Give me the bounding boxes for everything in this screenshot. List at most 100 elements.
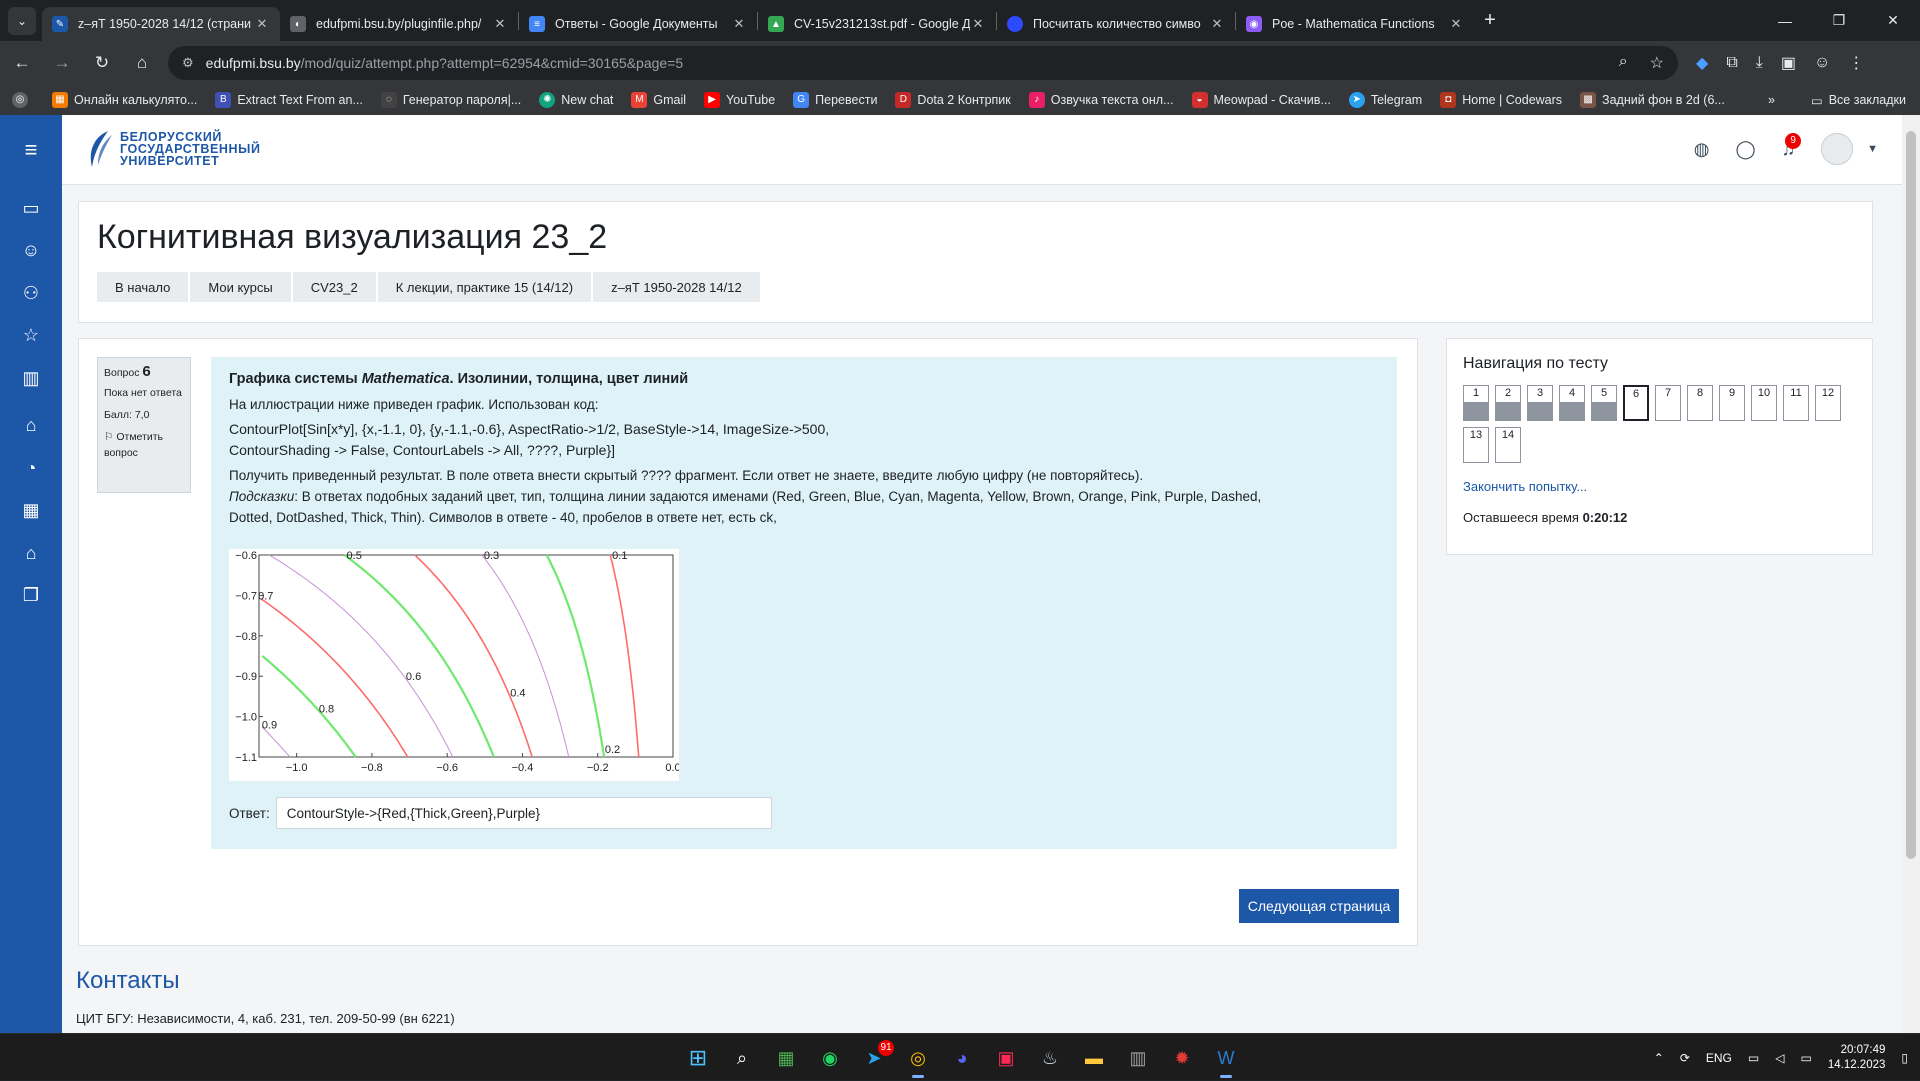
tab-search-button[interactable]: ⌄ (8, 7, 36, 35)
home-icon[interactable]: ⌂ (124, 45, 160, 81)
bookmark-0[interactable]: ▦ Онлайн калькулято... (52, 92, 197, 108)
more-bookmarks-icon[interactable]: » (1768, 93, 1775, 107)
messages-icon[interactable]: ◯ (1735, 139, 1755, 160)
breadcrumb-item[interactable]: CV23_2 (292, 272, 376, 302)
bookmark-12[interactable]: ▩ Задний фон в 2d (6... (1580, 92, 1725, 108)
restore-icon[interactable]: ❐ (1812, 0, 1866, 41)
home-nav-icon[interactable]: ⌂ (0, 405, 62, 445)
bookmark-6[interactable]: G Перевести (793, 92, 877, 108)
answer-input[interactable] (275, 797, 772, 829)
files-nav-icon[interactable]: ❐ (0, 575, 62, 615)
breadcrumb-item[interactable]: В начало (97, 272, 189, 302)
bookmark-3[interactable]: ✺ New chat (539, 92, 613, 108)
chevron-up-icon[interactable]: ⌃ (1654, 1051, 1664, 1065)
app-red-icon[interactable]: ✹ (1164, 1040, 1200, 1076)
breadcrumb-item[interactable]: К лекции, практике 15 (14/12) (377, 272, 592, 302)
scrollbar-thumb[interactable] (1906, 131, 1916, 859)
tab-2[interactable]: ≡ Ответы - Google Документы ✕ (519, 7, 757, 41)
dashboard-nav-icon[interactable]: ◔ (0, 448, 62, 488)
tab-4[interactable]: Посчитать количество симво ✕ (997, 7, 1235, 41)
bookmark-8[interactable]: ♪ Озвучка текста онл... (1028, 92, 1174, 108)
file-explorer-icon[interactable]: ▬ (1076, 1040, 1112, 1076)
close-icon[interactable]: ✕ (492, 16, 508, 32)
quiz-nav-button-9[interactable]: 9 (1719, 385, 1745, 421)
bookmark-11[interactable]: ◘ Home | Codewars (1440, 92, 1562, 108)
puzzle-icon[interactable]: ⧉ (1726, 54, 1737, 72)
tab-1[interactable]: ◐ edufpmi.bsu.by/pluginfile.php/ ✕ (280, 7, 518, 41)
quiz-nav-button-8[interactable]: 8 (1687, 385, 1713, 421)
close-icon[interactable]: ✕ (1209, 16, 1225, 32)
display-icon[interactable]: ▭ (1748, 1051, 1759, 1065)
sync-icon[interactable]: ⟳ (1680, 1051, 1690, 1065)
star-nav-icon[interactable]: ☆ (0, 315, 62, 355)
close-icon[interactable]: ✕ (731, 16, 747, 32)
bsu-logo[interactable]: БЕЛОРУССКИЙ ГОСУДАРСТВЕННЫЙ УНИВЕРСИТЕТ (84, 129, 261, 169)
steam-icon[interactable]: ♨ (1032, 1040, 1068, 1076)
spotify-icon[interactable]: ◉ (812, 1040, 848, 1076)
bookmark-7[interactable]: D Dota 2 Контрпик (895, 92, 1011, 108)
close-window-icon[interactable]: ✕ (1866, 0, 1920, 41)
quiz-nav-button-3[interactable]: 3 (1527, 385, 1553, 421)
language-globe-icon[interactable]: ◍ (1694, 139, 1710, 160)
bookmark-1[interactable]: B Extract Text From an... (215, 92, 363, 108)
bookmark-9[interactable]: ◒ Meowpad - Скачив... (1191, 92, 1331, 108)
user-menu[interactable]: ▼ (1821, 133, 1878, 165)
people-nav-icon[interactable]: ⚇ (0, 273, 62, 313)
forward-icon[interactable]: → (44, 45, 80, 81)
clock[interactable]: 20:07:49 14.12.2023 (1828, 1043, 1886, 1073)
quiz-nav-button-2[interactable]: 2 (1495, 385, 1521, 421)
extension-icon[interactable]: ◆ (1696, 53, 1708, 73)
menu-dots-icon[interactable]: ⋮ (1848, 53, 1864, 73)
language-indicator[interactable]: ENG (1706, 1051, 1732, 1065)
notifications-tray-icon[interactable]: ▯ (1901, 1051, 1908, 1065)
quiz-nav-button-14[interactable]: 14 (1495, 427, 1521, 463)
address-bar[interactable]: ⚙ edufpmi.bsu.by/mod/quiz/attempt.php?at… (168, 46, 1678, 80)
battery-icon[interactable]: ▭ (1800, 1051, 1811, 1065)
apps-icon[interactable]: ◎ (12, 92, 34, 108)
user-nav-icon[interactable]: ☺ (0, 230, 62, 270)
side-panel-icon[interactable]: ▣ (1781, 53, 1796, 73)
back-icon[interactable]: ← (4, 45, 40, 81)
profile-icon[interactable]: ☺ (1814, 54, 1830, 72)
windows-start-icon[interactable]: ⊞ (680, 1040, 716, 1076)
quiz-nav-button-6[interactable]: 6 (1623, 385, 1649, 421)
graduation-cap-icon[interactable]: ⌂ (0, 533, 62, 573)
tab-0[interactable]: ✎ z–яТ 1950-2028 14/12 (страни ✕ (42, 7, 280, 41)
search-icon[interactable]: ⌕ (724, 1040, 760, 1076)
store-icon[interactable]: ▥ (1120, 1040, 1156, 1076)
volume-icon[interactable]: ◁ (1775, 1051, 1784, 1065)
book-nav-icon[interactable]: ▥ (0, 358, 62, 398)
bookmark-star-icon[interactable]: ☆ (1650, 53, 1664, 73)
minimize-icon[interactable]: — (1758, 0, 1812, 41)
quiz-nav-button-11[interactable]: 11 (1783, 385, 1809, 421)
download-icon[interactable]: ⤓ (1756, 54, 1763, 72)
bookmark-10[interactable]: ➤ Telegram (1348, 92, 1422, 108)
hamburger-icon[interactable]: ≡ (0, 130, 62, 170)
quiz-nav-button-4[interactable]: 4 (1559, 385, 1585, 421)
bookmark-2[interactable]: ◌ Генератор пароля|... (380, 92, 521, 108)
jetbrains-icon[interactable]: ▣ (988, 1040, 1024, 1076)
quiz-nav-button-12[interactable]: 12 (1815, 385, 1841, 421)
zoom-icon[interactable]: ⌕ (1619, 53, 1628, 73)
bookmark-4[interactable]: M Gmail (631, 92, 686, 108)
next-page-button[interactable]: Следующая страница (1239, 889, 1399, 923)
notifications-icon[interactable]: ♫ 9 (1782, 132, 1802, 160)
page-scrollbar[interactable] (1902, 115, 1920, 1033)
close-icon[interactable]: ✕ (970, 16, 986, 32)
reload-icon[interactable]: ↻ (84, 45, 120, 81)
telegram-icon[interactable]: ➤ 91 (856, 1040, 894, 1076)
tab-3[interactable]: ▲ CV-15v231213st.pdf - Google Д ✕ (758, 7, 996, 41)
close-icon[interactable]: ✕ (254, 16, 270, 32)
quiz-nav-button-1[interactable]: 1 (1463, 385, 1489, 421)
discord-icon[interactable]: ◕ (944, 1040, 980, 1076)
finish-attempt-link[interactable]: Закончить попытку... (1463, 479, 1856, 494)
new-tab-button[interactable]: + (1474, 9, 1506, 32)
breadcrumb-item[interactable]: Мои курсы (190, 272, 291, 302)
word-icon[interactable]: W (1208, 1040, 1244, 1078)
all-bookmarks-link[interactable]: Все закладки (1829, 93, 1906, 107)
quiz-nav-button-13[interactable]: 13 (1463, 427, 1489, 463)
bookmark-5[interactable]: ▶ YouTube (704, 92, 775, 108)
tab-5[interactable]: ◉ Poe - Mathematica Functions ✕ (1236, 7, 1474, 41)
quiz-nav-button-5[interactable]: 5 (1591, 385, 1617, 421)
folder-nav-icon[interactable]: ▭ (0, 188, 62, 228)
